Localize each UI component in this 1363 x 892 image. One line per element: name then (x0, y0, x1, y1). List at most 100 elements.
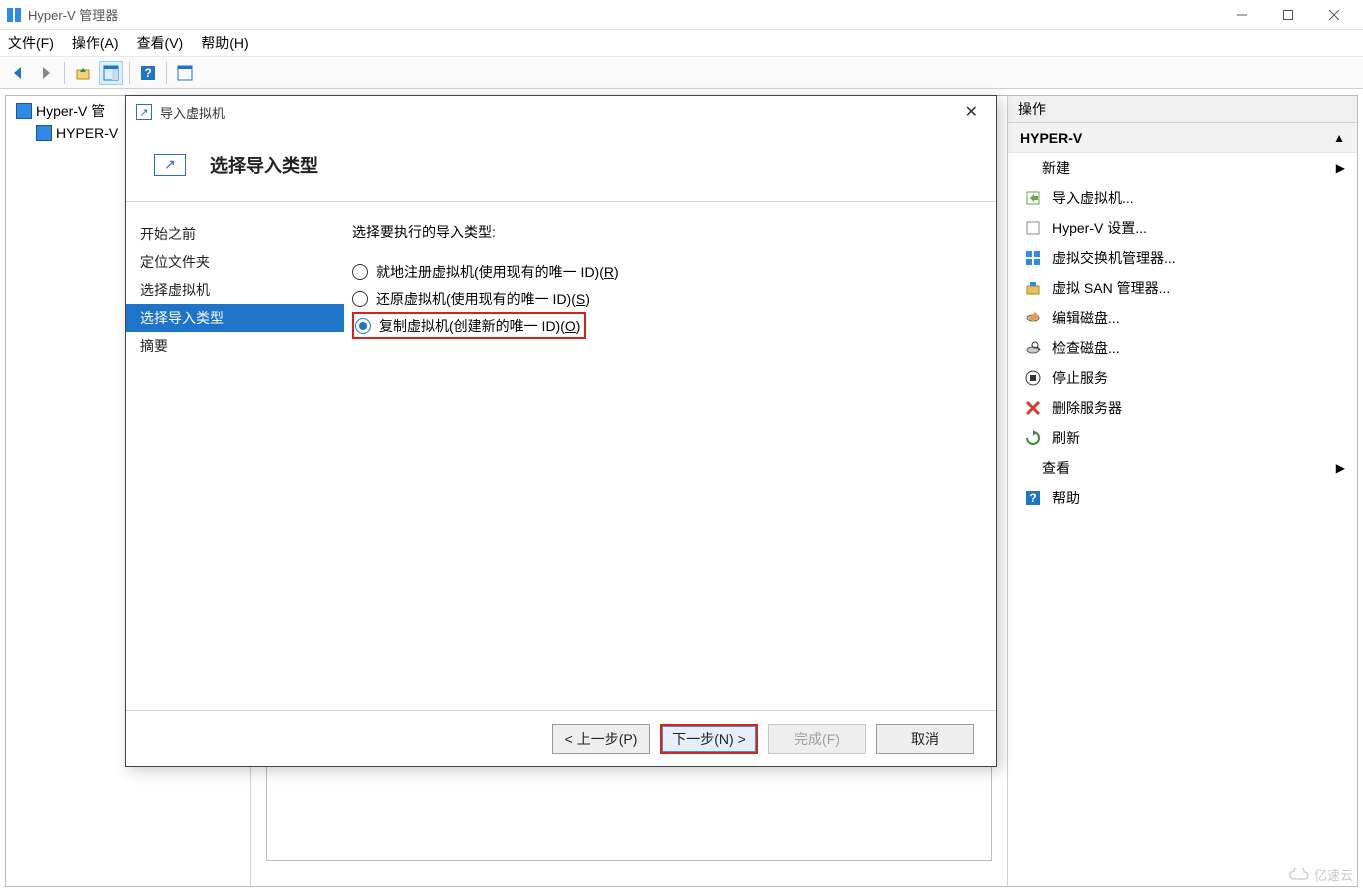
watermark: 亿速云 (1288, 865, 1353, 884)
label: 新建 (1042, 158, 1070, 178)
actions-pane: 操作 HYPER-V ▲ 新建 ▶ 导入虚拟机... Hyper-V 设置...… (1007, 96, 1357, 886)
import-icon (1024, 189, 1042, 207)
inspectdisk-icon (1024, 339, 1042, 357)
dialog-close-button[interactable]: ✕ (957, 98, 986, 126)
collapse-icon: ▲ (1333, 131, 1345, 145)
prev-button[interactable]: < 上一步(P) (552, 724, 650, 754)
svg-text:?: ? (1029, 491, 1036, 505)
cloud-icon (1288, 868, 1310, 882)
submenu-arrow-icon: ▶ (1336, 461, 1345, 475)
radio-icon (352, 264, 368, 280)
radio-label: 就地注册虚拟机(使用现有的唯一 ID)(R) (376, 262, 619, 282)
back-button[interactable] (6, 61, 30, 85)
label: 刷新 (1052, 428, 1080, 448)
label: 导入虚拟机... (1052, 188, 1134, 208)
finish-button: 完成(F) (768, 724, 866, 754)
dialog-icon: ↗ (136, 104, 152, 120)
forward-button[interactable] (34, 61, 58, 85)
radio-restore[interactable]: 还原虚拟机(使用现有的唯一 ID)(S) (352, 285, 976, 312)
action-remove[interactable]: 删除服务器 (1008, 393, 1357, 423)
label: 帮助 (1052, 488, 1080, 508)
help-button[interactable]: ? (136, 61, 160, 85)
separator (129, 62, 130, 84)
action-new[interactable]: 新建 ▶ (1008, 153, 1357, 183)
content-prompt: 选择要执行的导入类型: (352, 222, 976, 242)
action-vswitch[interactable]: 虚拟交换机管理器... (1008, 243, 1357, 273)
import-vm-dialog: ↗ 导入虚拟机 ✕ ↗ 选择导入类型 开始之前 定位文件夹 选择虚拟机 选择导入… (125, 95, 997, 767)
label: Hyper-V 设置... (1052, 218, 1147, 238)
server-icon (16, 103, 32, 119)
show-hide-button[interactable] (99, 61, 123, 85)
menubar: 文件(F) 操作(A) 查看(V) 帮助(H) (0, 30, 1363, 56)
dialog-title: 导入虚拟机 (160, 103, 225, 122)
remove-icon (1024, 399, 1042, 417)
label: 编辑磁盘... (1052, 308, 1120, 328)
action-editdisk[interactable]: 编辑磁盘... (1008, 303, 1357, 333)
up-button[interactable] (71, 61, 95, 85)
action-stop[interactable]: 停止服务 (1008, 363, 1357, 393)
tree-child-label: HYPER-V (56, 125, 118, 141)
separator (64, 62, 65, 84)
submenu-arrow-icon: ▶ (1336, 161, 1345, 175)
banner-icon: ↗ (154, 154, 186, 176)
help-icon: ? (1024, 489, 1042, 507)
dialog-banner: ↗ 选择导入类型 (126, 128, 996, 202)
dialog-footer: < 上一步(P) 下一步(N) > 完成(F) 取消 (126, 710, 996, 766)
action-help[interactable]: ? 帮助 (1008, 483, 1357, 513)
radio-icon (352, 291, 368, 307)
menu-action[interactable]: 操作(A) (72, 33, 119, 53)
actions-group-header[interactable]: HYPER-V ▲ (1008, 123, 1357, 153)
server-icon (36, 125, 52, 141)
editdisk-icon (1024, 309, 1042, 327)
action-vsan[interactable]: 虚拟 SAN 管理器... (1008, 273, 1357, 303)
label: 虚拟 SAN 管理器... (1052, 278, 1170, 298)
description-box (266, 766, 992, 861)
dialog-content: 选择要执行的导入类型: 就地注册虚拟机(使用现有的唯一 ID)(R) 还原虚拟机… (344, 202, 996, 710)
dialog-titlebar: ↗ 导入虚拟机 ✕ (126, 96, 996, 128)
nav-selectvm[interactable]: 选择虚拟机 (126, 276, 344, 304)
minimize-button[interactable] (1219, 0, 1265, 30)
details-button[interactable] (173, 61, 197, 85)
action-inspectdisk[interactable]: 检查磁盘... (1008, 333, 1357, 363)
actions-header: 操作 (1008, 96, 1357, 123)
menu-view[interactable]: 查看(V) (137, 33, 184, 53)
separator (166, 62, 167, 84)
nav-importtype[interactable]: 选择导入类型 (126, 304, 344, 332)
radio-icon (355, 318, 371, 334)
dialog-heading: 选择导入类型 (210, 152, 318, 178)
vswitch-icon (1024, 249, 1042, 267)
close-button[interactable] (1311, 0, 1357, 30)
radio-register[interactable]: 就地注册虚拟机(使用现有的唯一 ID)(R) (352, 258, 976, 285)
titlebar: Hyper-V 管理器 (0, 0, 1363, 30)
watermark-text: 亿速云 (1314, 865, 1353, 884)
toolbar: ? (0, 56, 1363, 89)
menu-help[interactable]: 帮助(H) (201, 33, 248, 53)
cancel-button[interactable]: 取消 (876, 724, 974, 754)
nav-locate[interactable]: 定位文件夹 (126, 248, 344, 276)
action-view[interactable]: 查看 ▶ (1008, 453, 1357, 483)
nav-before[interactable]: 开始之前 (126, 220, 344, 248)
tree-root-label: Hyper-V 管 (36, 101, 105, 121)
svg-text:?: ? (144, 66, 151, 80)
label: 删除服务器 (1052, 398, 1122, 418)
radio-copy[interactable]: 复制虚拟机(创建新的唯一 ID)(O) (352, 312, 586, 339)
dialog-body: 开始之前 定位文件夹 选择虚拟机 选择导入类型 摘要 选择要执行的导入类型: 就… (126, 202, 996, 710)
nav-summary[interactable]: 摘要 (126, 332, 344, 360)
stop-icon (1024, 369, 1042, 387)
vsan-icon (1024, 279, 1042, 297)
app-icon (6, 7, 22, 23)
radio-label: 还原虚拟机(使用现有的唯一 ID)(S) (376, 289, 590, 309)
refresh-icon (1024, 429, 1042, 447)
menu-file[interactable]: 文件(F) (8, 33, 54, 53)
settings-icon (1024, 219, 1042, 237)
dialog-nav: 开始之前 定位文件夹 选择虚拟机 选择导入类型 摘要 (126, 202, 344, 710)
next-button[interactable]: 下一步(N) > (660, 724, 758, 754)
label: 查看 (1042, 458, 1070, 478)
label: 虚拟交换机管理器... (1052, 248, 1176, 268)
label: 检查磁盘... (1052, 338, 1120, 358)
maximize-button[interactable] (1265, 0, 1311, 30)
label: 停止服务 (1052, 368, 1108, 388)
action-refresh[interactable]: 刷新 (1008, 423, 1357, 453)
action-import[interactable]: 导入虚拟机... (1008, 183, 1357, 213)
action-settings[interactable]: Hyper-V 设置... (1008, 213, 1357, 243)
